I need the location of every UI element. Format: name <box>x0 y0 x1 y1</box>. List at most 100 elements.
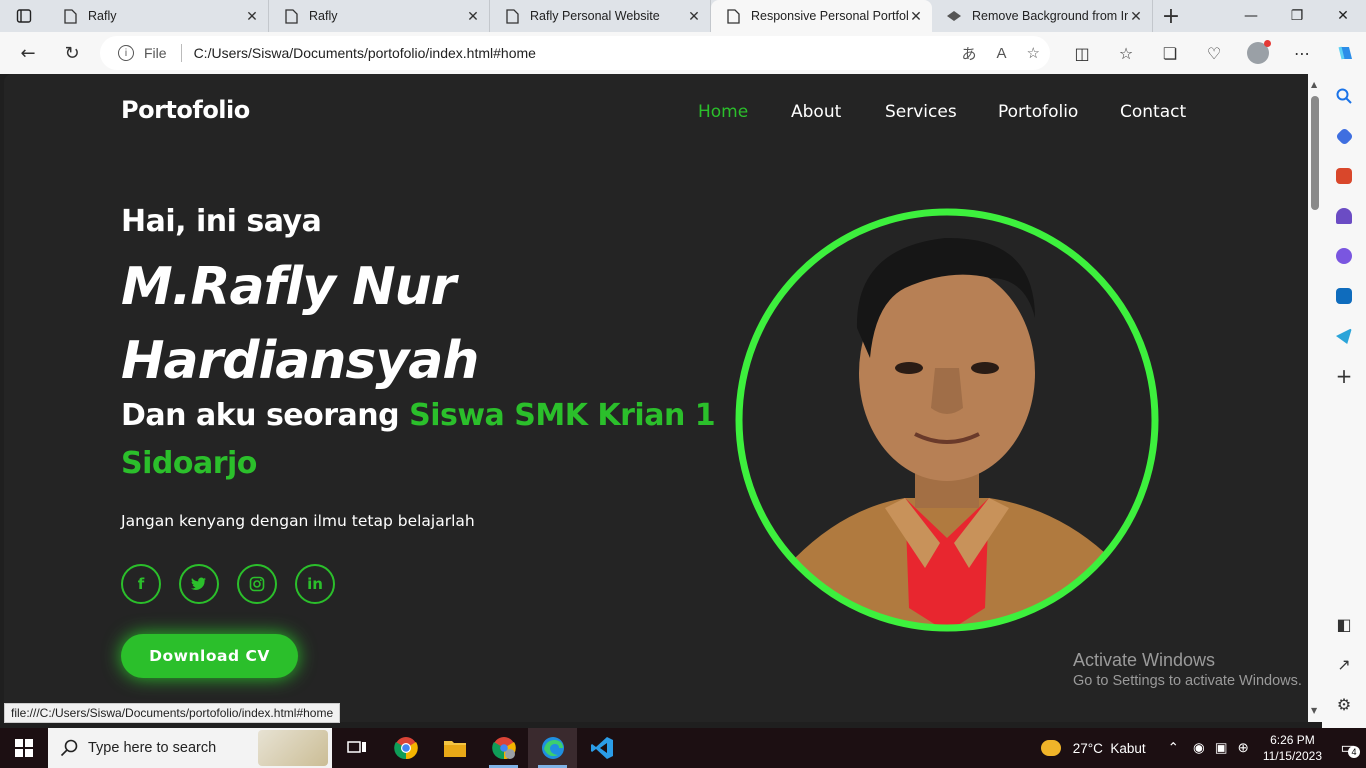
instagram-button[interactable] <box>237 564 277 604</box>
split-screen-icon[interactable]: ◫ <box>1060 35 1104 71</box>
back-button[interactable]: ← <box>6 35 50 71</box>
search-placeholder: Type here to search <box>88 740 217 756</box>
plus-icon: + <box>1161 3 1181 29</box>
clock-date: 11/15/2023 <box>1262 749 1322 763</box>
network-icon[interactable]: ⊕ <box>1238 740 1249 756</box>
open-external-icon[interactable]: ↗ <box>1322 644 1366 684</box>
translate-icon[interactable]: あ <box>962 43 977 64</box>
favorite-star-icon[interactable]: ☆ <box>1027 44 1040 62</box>
nav-about[interactable]: About <box>791 102 841 122</box>
status-bar-url: file:///C:/Users/Siswa/Documents/portofo… <box>4 703 341 723</box>
windows-taskbar: Type here to search 27°C Kabut ⌃ ◉ ▣ ⊕ 6… <box>0 728 1366 768</box>
task-view-button[interactable] <box>332 728 381 768</box>
file-explorer-app[interactable] <box>430 728 479 768</box>
restore-button[interactable]: ❐ <box>1274 0 1320 32</box>
tab-label: Responsive Personal Portfolic <box>751 9 908 23</box>
close-icon[interactable]: ✕ <box>465 8 481 24</box>
info-icon[interactable]: i <box>118 45 134 61</box>
display-icon[interactable]: ▣ <box>1215 740 1228 756</box>
hero-role-prefix: Dan aku seorang <box>121 398 400 433</box>
notification-count-badge: 4 <box>1348 746 1360 758</box>
facebook-icon: f <box>137 575 145 593</box>
watermark-subtitle: Go to Settings to activate Windows. <box>1073 673 1302 689</box>
minimize-button[interactable]: — <box>1228 0 1274 32</box>
task-view-icon <box>346 741 366 753</box>
vscode-app[interactable] <box>577 728 626 768</box>
weather-icon[interactable] <box>1040 740 1061 756</box>
search-highlight-illustration <box>258 730 328 766</box>
refresh-button[interactable]: ↻ <box>50 35 94 71</box>
more-menu-icon[interactable]: ⋯ <box>1280 35 1324 71</box>
tab-strip: Rafly ✕ Rafly ✕ Rafly Personal Website ✕… <box>0 0 1366 32</box>
copilot-icon[interactable] <box>1324 35 1366 71</box>
refresh-icon: ↻ <box>64 42 80 64</box>
chrome-app[interactable] <box>381 728 430 768</box>
scroll-down-icon[interactable]: ▼ <box>1311 706 1317 715</box>
outlook-icon[interactable] <box>1322 276 1366 316</box>
shopping-tag-icon[interactable] <box>1322 116 1366 156</box>
edge-app[interactable] <box>528 728 577 768</box>
tab-label: Rafly Personal Website <box>530 9 660 23</box>
browser-essentials-icon[interactable]: ♡ <box>1192 35 1236 71</box>
facebook-button[interactable]: f <box>121 564 161 604</box>
scrollbar-thumb[interactable] <box>1311 96 1319 210</box>
scroll-up-icon[interactable]: ▲ <box>1311 80 1317 89</box>
taskbar-search[interactable]: Type here to search <box>48 728 332 768</box>
hero-greeting: Hai, ini saya <box>121 204 322 239</box>
gear-icon[interactable]: ⚙ <box>1322 684 1366 724</box>
windows-logo-icon <box>15 739 33 757</box>
notification-button[interactable]: ▭ 4 <box>1330 728 1366 768</box>
tab-remove-background[interactable]: Remove Background from Im ✕ <box>932 0 1153 32</box>
url-text[interactable]: C:/Users/Siswa/Documents/portofolio/inde… <box>194 45 536 61</box>
close-icon[interactable]: ✕ <box>1128 8 1144 24</box>
nav-services[interactable]: Services <box>885 102 957 122</box>
address-bar-actions: あ A ☆ <box>962 36 1040 70</box>
page-scrollbar[interactable]: ▲ ▼ <box>1308 74 1322 722</box>
chrome-icon <box>491 737 516 760</box>
tab-rafly-personal-website[interactable]: Rafly Personal Website ✕ <box>490 0 711 32</box>
tab-actions-button[interactable] <box>0 0 48 32</box>
nav-contact[interactable]: Contact <box>1120 102 1186 122</box>
sidebar-toggle-icon[interactable]: ◧ <box>1322 604 1366 644</box>
site-logo[interactable]: Portofolio <box>121 96 250 124</box>
nav-portofolio[interactable]: Portofolio <box>998 102 1078 122</box>
tab-rafly-1[interactable]: Rafly ✕ <box>48 0 269 32</box>
telegram-icon[interactable] <box>1322 316 1366 356</box>
games-icon[interactable] <box>1322 196 1366 236</box>
clock-time: 6:26 PM <box>1270 733 1315 747</box>
avatar[interactable] <box>1247 40 1271 64</box>
download-cv-button[interactable]: Download CV <box>121 634 298 678</box>
close-window-button[interactable]: ✕ <box>1320 0 1366 32</box>
tab-responsive-portfolio[interactable]: Responsive Personal Portfolic ✕ <box>711 0 932 32</box>
clock[interactable]: 6:26 PM 11/15/2023 <box>1263 732 1322 764</box>
close-icon[interactable]: ✕ <box>244 8 260 24</box>
activate-windows-watermark: Activate Windows Go to Settings to activ… <box>1073 650 1302 689</box>
folder-icon <box>443 741 466 757</box>
tab-label: Rafly <box>88 9 117 23</box>
address-bar[interactable]: i File C:/Users/Siswa/Documents/portofol… <box>100 36 1050 70</box>
tab-actions-icon <box>16 9 32 23</box>
linkedin-icon: in <box>307 575 323 593</box>
read-aloud-icon[interactable]: A <box>997 45 1007 62</box>
close-icon[interactable]: ✕ <box>686 8 702 24</box>
start-button[interactable] <box>0 728 48 768</box>
office-icon[interactable] <box>1322 236 1366 276</box>
favorites-icon[interactable]: ☆ <box>1104 35 1148 71</box>
tools-icon[interactable] <box>1322 156 1366 196</box>
close-icon[interactable]: ✕ <box>908 8 924 24</box>
linkedin-button[interactable]: in <box>295 564 335 604</box>
hero-name: M.Rafly Nur Hardiansyah <box>121 257 479 391</box>
chrome-profile-app[interactable] <box>479 728 528 768</box>
twitter-button[interactable] <box>179 564 219 604</box>
collections-icon[interactable]: ❏ <box>1148 35 1192 71</box>
search-icon <box>60 739 78 757</box>
new-tab-button[interactable]: + <box>1153 0 1189 32</box>
page-icon <box>725 8 741 24</box>
tab-rafly-2[interactable]: Rafly ✕ <box>269 0 490 32</box>
meet-now-icon[interactable]: ◉ <box>1193 740 1205 756</box>
search-icon[interactable] <box>1322 76 1366 116</box>
chevron-up-icon[interactable]: ⌃ <box>1168 740 1179 756</box>
nav-home[interactable]: Home <box>698 102 748 122</box>
add-icon[interactable]: + <box>1322 356 1366 396</box>
weather-text[interactable]: 27°C Kabut <box>1073 741 1146 756</box>
